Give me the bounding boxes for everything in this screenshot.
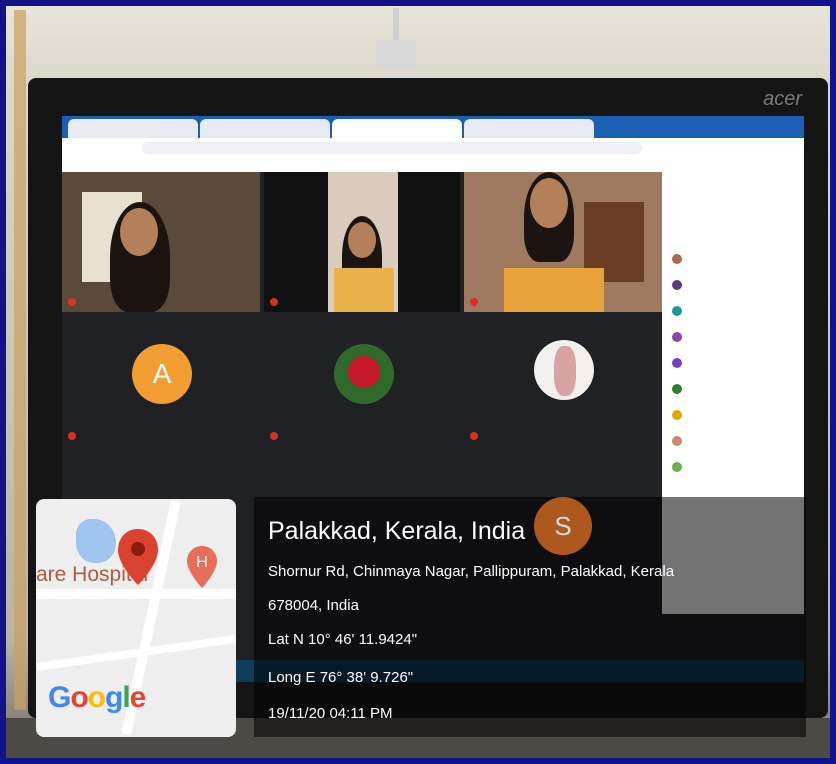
avatar: S (534, 497, 592, 555)
mic-off-icon (68, 298, 76, 306)
browser-tab[interactable] (464, 119, 594, 138)
avatar (334, 344, 394, 404)
participant-name (270, 432, 278, 440)
participant-list-item[interactable] (672, 252, 682, 266)
mic-off-icon (68, 432, 76, 440)
projector-mount (393, 8, 399, 42)
mic-off-icon (270, 432, 278, 440)
participant-list-item[interactable] (672, 434, 682, 448)
browser-tab[interactable] (68, 119, 198, 138)
participant-list-item[interactable] (672, 356, 682, 370)
geotag-longitude: Long E 76° 38' 9.726" (268, 669, 414, 686)
participant-tile: A (62, 316, 260, 446)
video-tile (264, 172, 460, 312)
hospital-pin-icon: H (187, 546, 217, 588)
photo: acer A S are Hospital H Google Palakkad,… (0, 0, 836, 764)
wall-column (14, 10, 26, 710)
participant-list-item[interactable] (672, 460, 682, 474)
avatar: A (132, 344, 192, 404)
google-logo: Google (48, 681, 146, 714)
geotag-place: Palakkad, Kerala, India (268, 517, 526, 545)
geotag-timestamp: 19/11/20 04:11 PM (268, 705, 393, 722)
bookmarks-bar (62, 158, 804, 173)
geotag-address: Shornur Rd, Chinmaya Nagar, Pallippuram,… (268, 563, 675, 580)
browser-tab-bar (62, 116, 804, 138)
address-bar-row (62, 138, 804, 158)
participant-name (470, 432, 478, 440)
geotag-postcode: 678004, India (268, 597, 359, 614)
map-thumbnail: are Hospital H Google (36, 499, 236, 737)
browser-tab[interactable] (200, 119, 330, 138)
video-tile (464, 172, 662, 312)
rose-image (348, 356, 380, 388)
geotag-overlay: S are Hospital H Google Palakkad, Kerala… (34, 497, 806, 745)
projector (376, 40, 416, 68)
map-pin-icon (118, 529, 158, 585)
participant-name (470, 298, 478, 306)
participant-list-item[interactable] (672, 382, 682, 396)
participant-list-item[interactable] (672, 330, 682, 344)
participant-name (68, 298, 76, 306)
monitor-brand: acer (763, 88, 802, 110)
address-bar[interactable] (142, 142, 642, 154)
video-tile (62, 172, 260, 312)
avatar (534, 340, 594, 400)
participant-tile (264, 316, 460, 446)
browser-tab-active[interactable] (332, 119, 462, 138)
participant-list-item[interactable] (672, 304, 682, 318)
mic-off-icon (270, 298, 278, 306)
lake (76, 519, 116, 563)
svg-text:H: H (196, 554, 208, 571)
geotag-latitude: Lat N 10° 46' 11.9424" (268, 631, 418, 648)
participant-tile (464, 316, 662, 446)
participant-list-item[interactable] (672, 278, 682, 292)
mic-off-icon (470, 298, 478, 306)
participant-name (270, 298, 278, 306)
participant-list-item[interactable] (672, 408, 682, 422)
mic-off-icon (470, 432, 478, 440)
participant-name (68, 432, 76, 440)
